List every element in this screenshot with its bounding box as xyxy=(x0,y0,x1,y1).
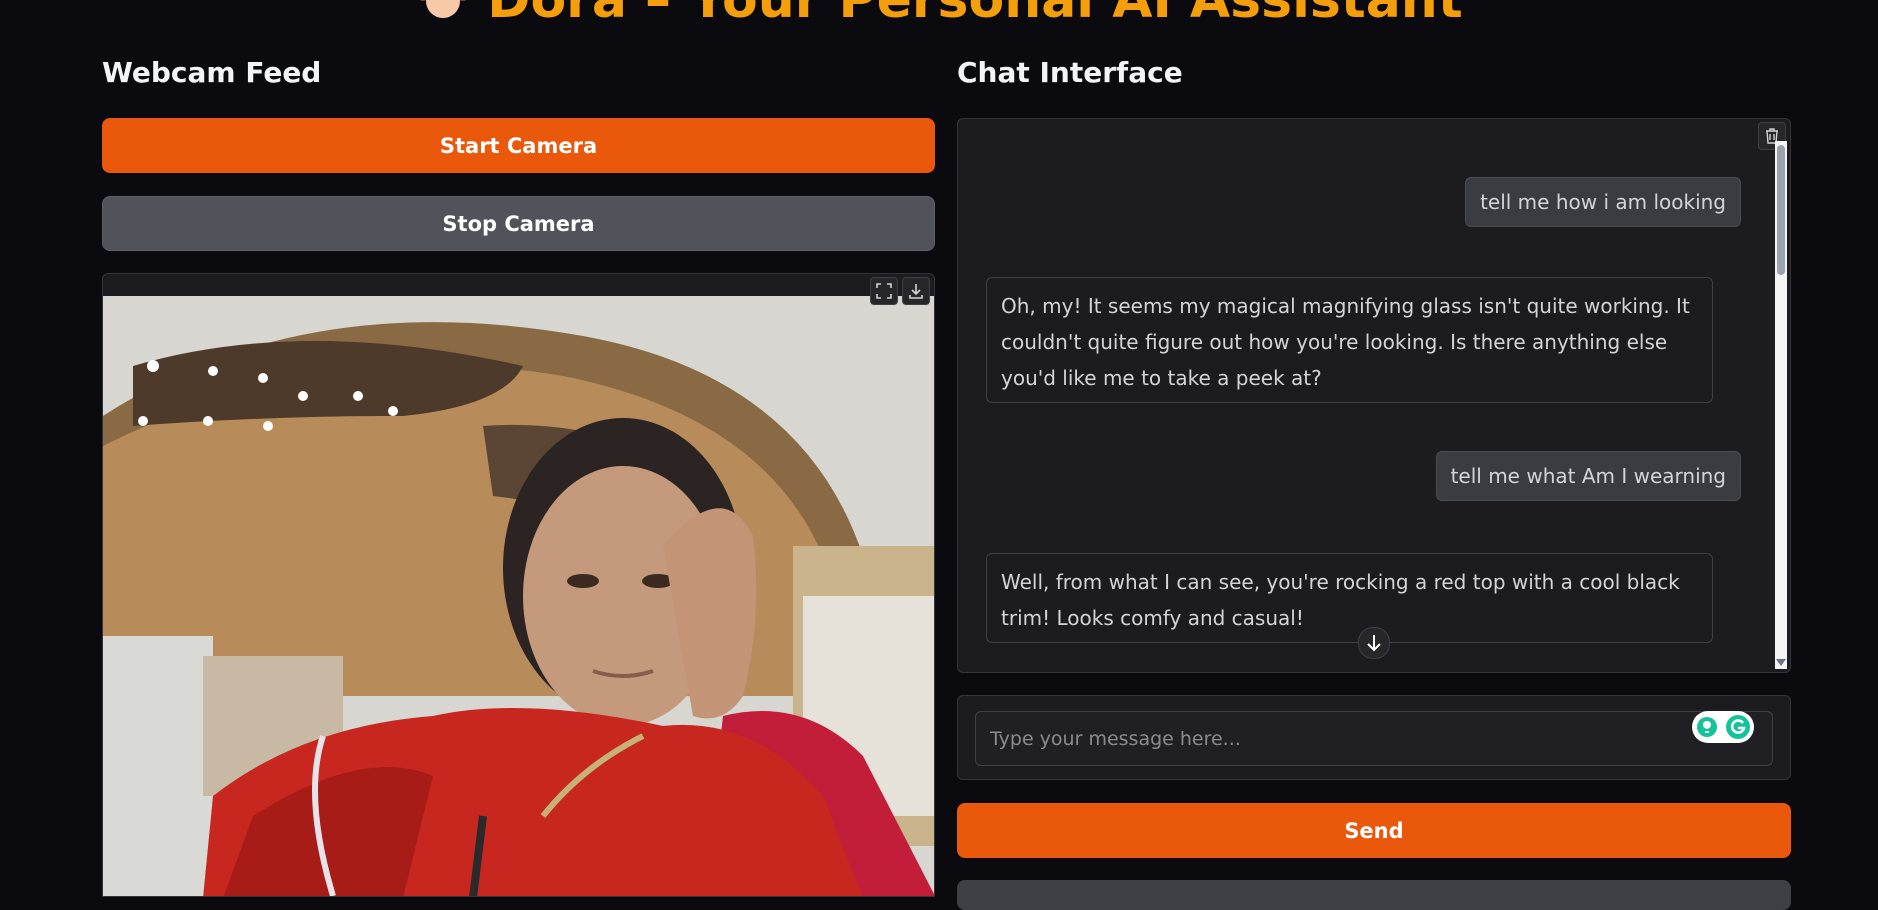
start-camera-button[interactable]: Start Camera xyxy=(102,118,935,173)
stop-camera-button[interactable]: Stop Camera xyxy=(102,196,935,251)
download-icon[interactable] xyxy=(902,277,930,305)
grammarly-icon[interactable] xyxy=(1692,711,1754,743)
chat-message-assistant: Oh, my! It seems my magical magnifying g… xyxy=(986,277,1713,403)
scroll-arrow-down-icon[interactable] xyxy=(1775,657,1787,667)
chat-panel: tell me how i am looking Oh, my! It seem… xyxy=(957,118,1791,673)
chat-message-user: tell me how i am looking xyxy=(1465,177,1741,227)
webcam-image-panel xyxy=(102,273,935,897)
chat-message-user: tell me what Am I wearning xyxy=(1435,451,1741,501)
webcam-heading: Webcam Feed xyxy=(102,56,322,89)
fullscreen-icon[interactable] xyxy=(870,277,898,305)
message-input[interactable] xyxy=(975,711,1773,766)
scrollbar-thumb[interactable] xyxy=(1777,145,1785,275)
girl-emoji-icon xyxy=(419,0,467,18)
secondary-button-partial[interactable] xyxy=(957,880,1791,910)
scroll-down-icon[interactable] xyxy=(1358,627,1390,659)
page-title: Dora – Your Personal AI Assistant xyxy=(0,0,1878,30)
chat-heading: Chat Interface xyxy=(957,56,1183,89)
chat-message-assistant: Well, from what I can see, you're rockin… xyxy=(986,553,1713,643)
app-title: Dora – Your Personal AI Assistant xyxy=(487,0,1463,30)
chat-scrollbar[interactable] xyxy=(1775,141,1787,669)
webcam-frame xyxy=(103,296,934,896)
send-button[interactable]: Send xyxy=(957,803,1791,858)
message-input-panel xyxy=(957,695,1791,780)
